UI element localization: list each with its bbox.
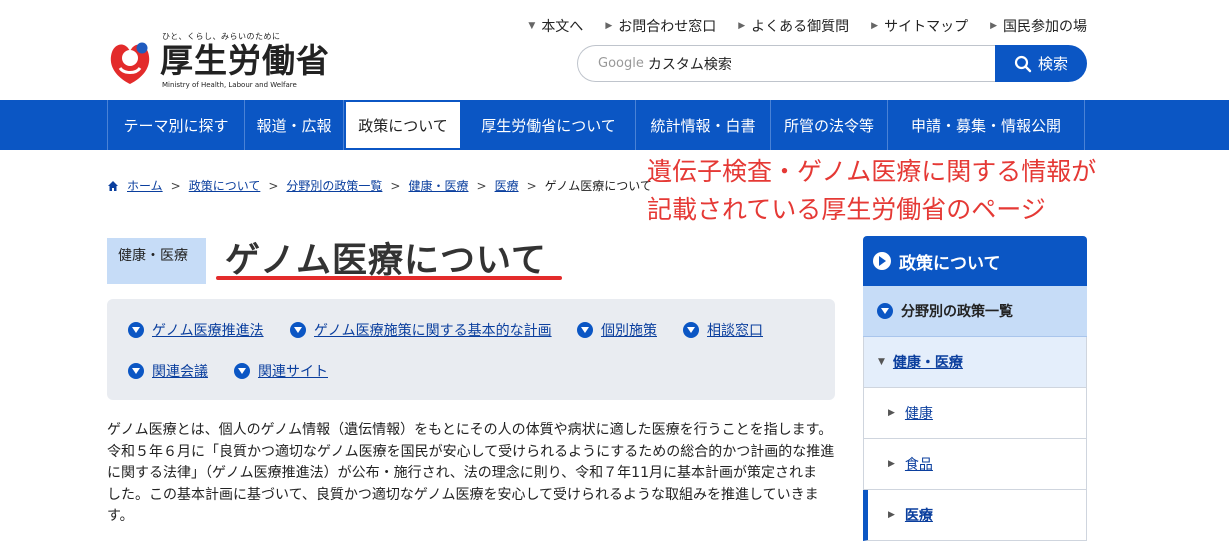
- triangle-down-icon: ▼: [878, 357, 885, 367]
- chevron-right-circle-icon: [873, 252, 891, 270]
- util-link-public-participation[interactable]: ▶ 国民参加の場: [990, 16, 1087, 36]
- breadcrumb-policy[interactable]: 政策について: [189, 177, 261, 194]
- logo-english-name: Ministry of Health, Labour and Welfare: [162, 81, 297, 89]
- side-nav-item-medical[interactable]: ▶ 医療: [863, 490, 1087, 541]
- search-placeholder: カスタム検索: [647, 56, 732, 73]
- intro-paragraph: ゲノム医療とは、個人のゲノム情報（遺伝情報）をもとにその人の体質や病状に適した医…: [107, 422, 835, 524]
- anchor-link-genome-law[interactable]: ゲノム医療推進法: [128, 320, 264, 340]
- util-link-faq[interactable]: ▶ よくある御質問: [738, 16, 849, 36]
- breadcrumb-separator: >: [268, 178, 279, 193]
- site-search: Google カスタム検索 検索: [577, 45, 1087, 82]
- anchor-link-individual-measures[interactable]: 個別施策: [577, 320, 657, 340]
- breadcrumb-current: ゲノム医療について: [544, 179, 652, 193]
- triangle-down-icon: ▼: [528, 21, 536, 31]
- util-link-skip-to-content[interactable]: ▼ 本文へ: [528, 16, 583, 36]
- breadcrumb: ホーム > 政策について > 分野別の政策一覧 > 健康・医療 > 医療 > ゲ…: [107, 177, 652, 194]
- search-icon: [1014, 55, 1032, 72]
- mhlw-logo-mark-icon: [110, 42, 150, 84]
- breadcrumb-separator: >: [526, 178, 537, 193]
- search-button-label: 検索: [1037, 55, 1068, 73]
- gnav-item-themes[interactable]: テーマ別に探す: [108, 100, 245, 150]
- anchor-link-related-sites[interactable]: 関連サイト: [234, 361, 328, 381]
- util-link-sitemap[interactable]: ▶ サイトマップ: [871, 16, 968, 36]
- google-label: Google: [598, 56, 644, 71]
- side-nav-item-health-medical[interactable]: ▼ 健康・医療: [863, 337, 1087, 388]
- mhlw-logo[interactable]: ひと、くらし、みらいのために 厚生労働省 Ministry of Health,…: [106, 28, 329, 92]
- util-link-contact[interactable]: ▶ お問合わせ窓口: [605, 16, 716, 36]
- breadcrumb-policy-list[interactable]: 分野別の政策一覧: [286, 177, 382, 194]
- category-badge: 健康・医療: [107, 238, 206, 284]
- anchor-link-related-meetings[interactable]: 関連会議: [128, 361, 208, 381]
- chevron-down-circle-icon: [128, 363, 144, 379]
- search-button[interactable]: 検索: [995, 45, 1087, 82]
- gnav-item-policy[interactable]: 政策について: [344, 100, 462, 150]
- chevron-down-circle-icon: [683, 322, 699, 338]
- global-nav: テーマ別に探す 報道・広報 政策について 厚生労働省について 統計情報・白書 所…: [0, 100, 1229, 150]
- breadcrumb-home[interactable]: ホーム: [127, 177, 163, 194]
- breadcrumb-separator: >: [476, 178, 487, 193]
- gnav-item-statistics[interactable]: 統計情報・白書: [636, 100, 771, 150]
- triangle-right-icon: ▶: [990, 21, 997, 31]
- home-icon: [108, 180, 118, 191]
- breadcrumb-medical[interactable]: 医療: [495, 177, 519, 194]
- chevron-down-circle-icon: [290, 322, 306, 338]
- gnav-item-press[interactable]: 報道・広報: [245, 100, 344, 150]
- breadcrumb-separator: >: [170, 178, 181, 193]
- chevron-down-circle-icon: [877, 303, 893, 319]
- utility-nav: ▼ 本文へ ▶ お問合わせ窓口 ▶ よくある御質問 ▶ サイトマップ ▶ 国民参加の場: [528, 16, 1087, 36]
- anchor-link-consultation[interactable]: 相談窓口: [683, 320, 763, 340]
- triangle-right-icon: ▶: [888, 510, 895, 520]
- side-nav-item-food[interactable]: ▶ 食品: [863, 439, 1087, 490]
- title-underline-annotation: [216, 276, 562, 280]
- breadcrumb-health-medical[interactable]: 健康・医療: [408, 177, 468, 194]
- triangle-right-icon: ▶: [871, 21, 879, 31]
- annotation-line-1: 遺伝子検査・ゲノム医療に関する情報が: [647, 157, 1097, 186]
- side-nav-title[interactable]: 政策について: [863, 236, 1087, 286]
- annotation-text: 遺伝子検査・ゲノム医療に関する情報が 記載されている厚生労働省のページ: [647, 153, 1096, 229]
- chevron-down-circle-icon: [234, 363, 250, 379]
- search-input[interactable]: Google カスタム検索: [577, 45, 1007, 82]
- triangle-right-icon: ▶: [738, 21, 746, 31]
- gnav-item-applications[interactable]: 申請・募集・情報公開: [888, 100, 1085, 150]
- gnav-item-about[interactable]: 厚生労働省について: [462, 100, 636, 150]
- triangle-right-icon: ▶: [888, 459, 895, 469]
- logo-title: 厚生労働省: [160, 41, 330, 80]
- annotation-line-2: 記載されている厚生労働省のページ: [647, 195, 1046, 224]
- chevron-down-circle-icon: [577, 322, 593, 338]
- anchor-link-basic-plan[interactable]: ゲノム医療施策に関する基本的な計画: [290, 320, 552, 340]
- anchor-link-box: ゲノム医療推進法 ゲノム医療施策に関する基本的な計画 個別施策 相談窓口 関連会…: [107, 299, 835, 400]
- chevron-down-circle-icon: [128, 322, 144, 338]
- breadcrumb-separator: >: [390, 178, 401, 193]
- triangle-right-icon: ▶: [888, 408, 895, 418]
- side-nav-item-health[interactable]: ▶ 健康: [863, 388, 1087, 439]
- gnav-item-laws[interactable]: 所管の法令等: [771, 100, 888, 150]
- triangle-right-icon: ▶: [605, 21, 613, 31]
- side-nav-policy-list[interactable]: 分野別の政策一覧: [863, 286, 1087, 337]
- side-nav: 政策について 分野別の政策一覧 ▼ 健康・医療 ▶ 健康 ▶ 食品 ▶ 医療: [863, 236, 1087, 541]
